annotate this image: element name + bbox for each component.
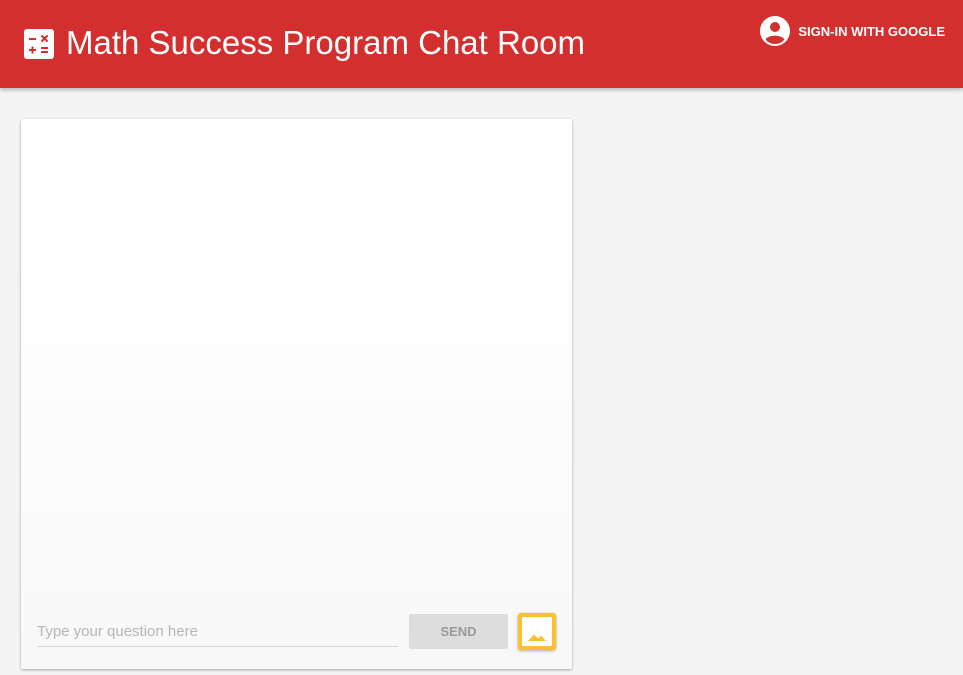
- app-header: Math Success Program Chat Room SIGN-IN W…: [0, 0, 963, 88]
- sign-in-label: SIGN-IN WITH GOOGLE: [798, 23, 945, 39]
- account-circle-icon: [759, 15, 791, 47]
- send-button[interactable]: SEND: [409, 614, 508, 649]
- sign-in-google-button[interactable]: SIGN-IN WITH GOOGLE: [759, 15, 945, 47]
- question-field-container: [37, 617, 398, 647]
- message-list[interactable]: [21, 119, 572, 599]
- question-input[interactable]: [37, 617, 398, 645]
- upload-image-button[interactable]: [518, 613, 556, 650]
- page-title: Math Success Program Chat Room: [66, 24, 586, 61]
- calculator-icon: [24, 29, 54, 59]
- chat-card: SEND: [21, 119, 572, 669]
- image-icon: [522, 617, 552, 646]
